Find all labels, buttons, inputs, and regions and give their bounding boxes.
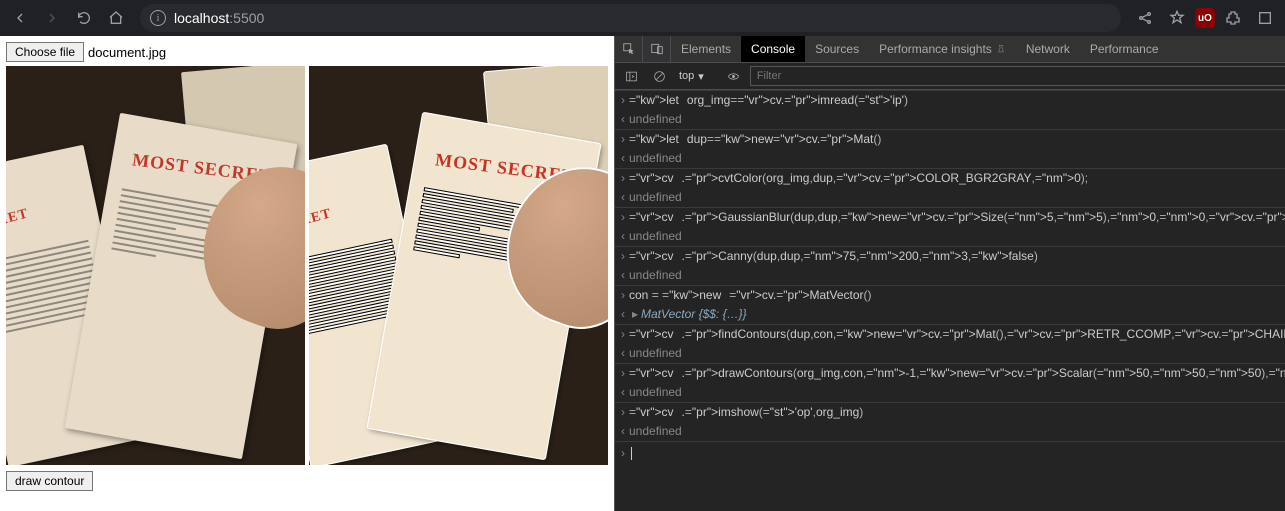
console-input-row: ›="vr">cv.="pr">findContours(dup, con, =… <box>615 324 1285 344</box>
reload-button[interactable] <box>70 4 98 32</box>
inspect-element-icon[interactable] <box>615 36 643 62</box>
console-toolbar: top Default levels ▾ No Is <box>615 63 1285 90</box>
console-input-row: ›con = ="kw">new ="vr">cv.="pr">MatVecto… <box>615 285 1285 305</box>
tab-elements[interactable]: Elements <box>671 36 741 62</box>
tab-network[interactable]: Network <box>1016 36 1080 62</box>
console-input-row: ›="kw">let org_img = ="vr">cv.="pr">imre… <box>615 90 1285 110</box>
console-input-row: ›="kw">let dup = ="kw">new ="vr">cv.="pr… <box>615 129 1285 149</box>
console-input-row: ›="vr">cv.="pr">drawContours(org_img, co… <box>615 363 1285 383</box>
console-input-row: ›="vr">cv.="pr">GaussianBlur(dup, dup, =… <box>615 207 1285 227</box>
context-selector[interactable]: top <box>675 68 718 85</box>
tab-sources[interactable]: Sources <box>805 36 869 62</box>
console-output-row: ‹undefined <box>615 188 1285 207</box>
clear-console-icon[interactable] <box>647 66 671 86</box>
share-icon[interactable] <box>1131 4 1159 32</box>
console-output-row: ‹undefined <box>615 422 1285 441</box>
console-input-row: ›="vr">cv.="pr">cvtColor(org_img, dup, =… <box>615 168 1285 188</box>
console-output-row: ‹undefined <box>615 344 1285 363</box>
address-bar[interactable]: i localhost:5500 <box>140 4 1121 32</box>
home-button[interactable] <box>102 4 130 32</box>
original-image: SECRET MOST SECRET <box>6 66 305 465</box>
browser-toolbar: i localhost:5500 uO <box>0 0 1285 36</box>
devtools-tabs: Elements Console Sources Performance ins… <box>615 36 1285 63</box>
console-output-row: ‹undefined <box>615 266 1285 285</box>
devtools-panel: Elements Console Sources Performance ins… <box>614 36 1285 511</box>
tab-console[interactable]: Console <box>741 36 805 62</box>
console-output[interactable]: ›="kw">let org_img = ="vr">cv.="pr">imre… <box>615 90 1285 511</box>
console-output-row: ‹undefined <box>615 149 1285 168</box>
draw-contour-button[interactable]: draw contour <box>6 471 93 491</box>
choose-file-button[interactable]: Choose file <box>6 42 84 62</box>
console-sidebar-toggle-icon[interactable] <box>619 66 643 86</box>
console-filter-input[interactable] <box>750 66 1285 86</box>
ublock-extension-icon[interactable]: uO <box>1195 8 1215 28</box>
console-output-row: ‹undefined <box>615 227 1285 246</box>
window-control-icon[interactable] <box>1251 4 1279 32</box>
bookmark-icon[interactable] <box>1163 4 1191 32</box>
tab-performance[interactable]: Performance <box>1080 36 1169 62</box>
console-output-row: ‹undefined <box>615 383 1285 402</box>
back-button[interactable] <box>6 4 34 32</box>
stamp-text: SECRET <box>309 206 334 238</box>
live-expression-icon[interactable] <box>722 66 746 86</box>
contour-output-image: SECRET MOST SECRET <box>309 66 608 465</box>
extensions-icon[interactable] <box>1219 4 1247 32</box>
console-prompt[interactable]: › <box>615 441 1285 462</box>
console-output-row: ‹▸MatVector {$$: {…}} <box>615 305 1285 324</box>
site-info-icon[interactable]: i <box>150 10 166 26</box>
forward-button[interactable] <box>38 4 66 32</box>
console-input-row: ›="vr">cv.="pr">imshow(="st">'op', org_i… <box>615 402 1285 422</box>
tab-performance-insights[interactable]: Performance insights <box>869 36 1016 62</box>
selected-file-name: document.jpg <box>88 45 166 60</box>
stamp-text: SECRET <box>6 206 31 238</box>
console-input-row: ›="vr">cv.="pr">Canny(dup, dup, ="nm">75… <box>615 246 1285 266</box>
url-text: localhost:5500 <box>174 10 264 26</box>
page-content: Choose file document.jpg SECRET MOST SEC… <box>0 36 614 511</box>
console-output-row: ‹undefined <box>615 110 1285 129</box>
device-toolbar-icon[interactable] <box>643 36 671 62</box>
